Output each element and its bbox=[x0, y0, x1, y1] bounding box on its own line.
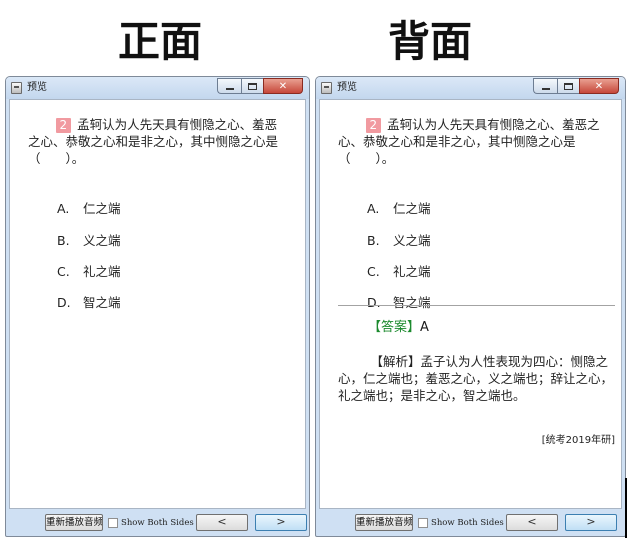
minimize-button[interactable] bbox=[217, 78, 241, 94]
next-button[interactable]: > bbox=[565, 514, 617, 531]
minimize-button[interactable] bbox=[533, 78, 557, 94]
window-controls: ✕ bbox=[217, 78, 303, 94]
analysis-paragraph: 【解析】孟子认为人性表现为四心：恻隐之心，仁之端也；羞恶之心，义之端也；辞让之心… bbox=[338, 353, 613, 404]
app-icon bbox=[11, 82, 22, 94]
close-button[interactable]: ✕ bbox=[579, 78, 619, 94]
window-title: 预览 bbox=[27, 82, 47, 93]
maximize-button[interactable] bbox=[557, 78, 579, 94]
close-icon: ✕ bbox=[278, 80, 288, 92]
card-content: 2 孟轲认为人先天具有恻隐之心、羞恶之心、恭敬之心和是非之心，其中恻隐之心是（ ）… bbox=[9, 99, 306, 509]
window-title: 预览 bbox=[337, 82, 357, 93]
option-d: D. 智之端 bbox=[57, 295, 121, 310]
chevron-left-icon: < bbox=[527, 515, 537, 528]
maximize-button[interactable] bbox=[241, 78, 263, 94]
answer-value: A bbox=[420, 320, 429, 335]
answer-divider bbox=[338, 305, 615, 306]
app-icon bbox=[321, 82, 332, 94]
minimize-icon bbox=[541, 88, 550, 90]
question-stem: 2 孟轲认为人先天具有恻隐之心、羞恶之心、恭敬之心和是非之心，其中恻隐之心是（ ）… bbox=[338, 116, 605, 167]
option-b: B. 义之端 bbox=[57, 233, 121, 248]
card-content: 2 孟轲认为人先天具有恻隐之心、羞恶之心、恭敬之心和是非之心，其中恻隐之心是（ ）… bbox=[319, 99, 622, 509]
maximize-icon bbox=[248, 82, 257, 90]
bottom-toolbar: 重新播放音频 Show Both Sides < > bbox=[6, 509, 309, 536]
option-b: B. 义之端 bbox=[367, 233, 431, 248]
minimize-icon bbox=[225, 88, 234, 90]
show-both-sides-label: Show Both Sides bbox=[431, 518, 504, 528]
source-note: [统考2019年研] bbox=[541, 435, 615, 446]
show-both-sides-checkbox[interactable] bbox=[418, 518, 428, 528]
replay-audio-button[interactable]: 重新播放音频 bbox=[355, 514, 413, 531]
close-icon: ✕ bbox=[594, 80, 604, 92]
answer-tag: 【答案】 bbox=[368, 320, 421, 335]
option-a: A. 仁之端 bbox=[57, 201, 121, 216]
bottom-toolbar: 重新播放音频 Show Both Sides < > bbox=[316, 509, 625, 536]
answer-line: 【答案】A bbox=[368, 319, 429, 336]
question-number-badge: 2 bbox=[365, 118, 382, 133]
chevron-left-icon: < bbox=[217, 515, 227, 528]
close-button[interactable]: ✕ bbox=[263, 78, 303, 94]
option-c: C. 礼之端 bbox=[57, 264, 121, 279]
chevron-right-icon: > bbox=[276, 515, 286, 528]
show-both-sides-toggle[interactable]: Show Both Sides bbox=[108, 516, 194, 530]
front-side-label: 正面 bbox=[117, 17, 202, 66]
show-both-sides-toggle[interactable]: Show Both Sides bbox=[418, 516, 504, 530]
replay-audio-button[interactable]: 重新播放音频 bbox=[45, 514, 103, 531]
question-stem: 2 孟轲认为人先天具有恻隐之心、羞恶之心、恭敬之心和是非之心，其中恻隐之心是（ ）… bbox=[28, 116, 289, 167]
previous-button[interactable]: < bbox=[196, 514, 248, 531]
chevron-right-icon: > bbox=[586, 515, 596, 528]
show-both-sides-label: Show Both Sides bbox=[121, 518, 194, 528]
title-bar[interactable]: 预览 ✕ bbox=[6, 77, 309, 99]
show-both-sides-checkbox[interactable] bbox=[108, 518, 118, 528]
edge-mark bbox=[625, 478, 627, 538]
preview-window-back: 预览 ✕ 2 孟轲认为人先天具有恻隐之心、羞恶之心、恭敬之心和是非之心，其中恻隐之… bbox=[315, 76, 626, 537]
option-d: D. 智之端 bbox=[367, 295, 431, 310]
maximize-icon bbox=[564, 82, 573, 90]
previous-button[interactable]: < bbox=[506, 514, 558, 531]
title-bar[interactable]: 预览 ✕ bbox=[316, 77, 625, 99]
analysis-tag: 【解析】 bbox=[370, 354, 421, 369]
next-button[interactable]: > bbox=[255, 514, 307, 531]
preview-window-front: 预览 ✕ 2 孟轲认为人先天具有恻隐之心、羞恶之心、恭敬之心和是非之心，其中恻隐之… bbox=[5, 76, 310, 537]
window-controls: ✕ bbox=[533, 78, 619, 94]
option-c: C. 礼之端 bbox=[367, 264, 431, 279]
option-a: A. 仁之端 bbox=[367, 201, 431, 216]
back-side-label: 背面 bbox=[387, 17, 472, 66]
question-number-badge: 2 bbox=[55, 118, 72, 133]
